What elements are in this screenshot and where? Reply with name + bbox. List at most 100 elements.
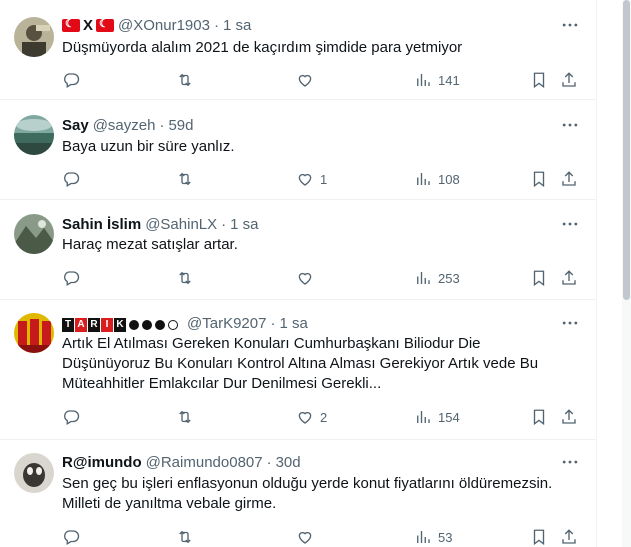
- reply-button[interactable]: [62, 63, 80, 97]
- like-icon: [296, 269, 314, 287]
- like-button[interactable]: 2: [296, 400, 327, 434]
- like-icon: [296, 71, 314, 89]
- tweet-text-line: Sen geç bu işleri enflasyonun olduğu yer…: [62, 475, 553, 492]
- avatar[interactable]: [14, 313, 54, 353]
- like-button[interactable]: [296, 63, 314, 97]
- avatar-image: [14, 313, 54, 353]
- user-handle[interactable]: @XOnur1903: [118, 17, 210, 34]
- tweet-actions: 1 108: [52, 162, 592, 196]
- name-letter: T: [62, 318, 74, 332]
- reply-icon: [62, 170, 80, 188]
- share-icon: [560, 269, 578, 287]
- display-name[interactable]: XXX: [62, 17, 115, 34]
- retweet-button[interactable]: [176, 162, 194, 196]
- tweet-text: Sen geç bu işleri enflasyonun olduğu yer…: [62, 474, 572, 514]
- bookmark-button[interactable]: [530, 261, 548, 295]
- views-icon: [414, 71, 432, 89]
- scrollbar[interactable]: [622, 0, 631, 547]
- display-name[interactable]: R@imundo: [62, 454, 142, 471]
- more-icon[interactable]: [558, 15, 582, 35]
- more-icon[interactable]: [558, 115, 582, 135]
- retweet-icon: [176, 528, 194, 546]
- views-button[interactable]: 53: [414, 520, 452, 547]
- share-button[interactable]: [560, 261, 578, 295]
- share-button[interactable]: [560, 162, 578, 196]
- more-icon[interactable]: [558, 214, 582, 234]
- avatar[interactable]: [14, 17, 54, 57]
- like-icon: [296, 408, 314, 426]
- retweet-button[interactable]: [176, 520, 194, 547]
- circle-icon: [142, 320, 152, 330]
- avatar[interactable]: [14, 115, 54, 155]
- bookmark-button[interactable]: [530, 63, 548, 97]
- circle-icon: [129, 320, 139, 330]
- bookmark-icon: [530, 170, 548, 188]
- more-icon[interactable]: [558, 452, 582, 472]
- display-name[interactable]: Say: [62, 117, 89, 134]
- share-button[interactable]: [560, 520, 578, 547]
- views-button[interactable]: 253: [414, 261, 460, 295]
- timestamp[interactable]: 59d: [168, 117, 193, 134]
- name-logo: TARIK: [62, 318, 178, 332]
- view-count: 141: [438, 72, 460, 88]
- views-button[interactable]: 108: [414, 162, 460, 196]
- views-button[interactable]: 154: [414, 400, 460, 434]
- tweet[interactable]: XXX @XOnur1903 · 1 sa Düşmüyorda alalım …: [0, 0, 597, 100]
- more-icon[interactable]: [558, 313, 582, 333]
- retweet-icon: [176, 269, 194, 287]
- share-icon: [560, 408, 578, 426]
- reply-button[interactable]: [62, 400, 80, 434]
- user-handle[interactable]: @Raimundo0807: [146, 454, 263, 471]
- views-icon: [414, 269, 432, 287]
- timeline-feed: XXX @XOnur1903 · 1 sa Düşmüyorda alalım …: [0, 0, 597, 547]
- bookmark-button[interactable]: [530, 162, 548, 196]
- tweet-text: Artık El Atılması Gereken Konuları Cumhu…: [62, 334, 572, 394]
- like-button[interactable]: [296, 261, 314, 295]
- share-button[interactable]: [560, 63, 578, 97]
- tweet-text-line: Artık El Atılması Gereken Konuları Cumhu…: [62, 335, 481, 352]
- like-button[interactable]: 1: [296, 162, 327, 196]
- retweet-icon: [176, 408, 194, 426]
- timestamp[interactable]: 30d: [276, 454, 301, 471]
- share-button[interactable]: [560, 400, 578, 434]
- timestamp[interactable]: 1 sa: [279, 315, 307, 332]
- bookmark-icon: [530, 269, 548, 287]
- avatar[interactable]: [14, 214, 54, 254]
- tweet-text-line: Müteahhitler Emlakcılar Dur Denilmesi Ge…: [62, 375, 382, 392]
- like-button[interactable]: [296, 520, 314, 547]
- user-handle[interactable]: @TarK9207: [187, 315, 266, 332]
- timestamp[interactable]: 1 sa: [230, 216, 258, 233]
- reply-button[interactable]: [62, 520, 80, 547]
- retweet-button[interactable]: [176, 261, 194, 295]
- circle-outline-icon: [168, 320, 178, 330]
- display-name[interactable]: TARIK: [62, 314, 183, 332]
- tweet-actions: 141: [52, 63, 592, 97]
- tweet[interactable]: R@imundo @Raimundo0807 · 30d Sen geç bu …: [0, 440, 597, 547]
- user-handle[interactable]: @sayzeh: [93, 117, 156, 134]
- display-name[interactable]: Sahin İslim: [62, 216, 141, 233]
- like-icon: [296, 170, 314, 188]
- user-handle[interactable]: @SahinLX: [145, 216, 217, 233]
- circle-icon: [155, 320, 165, 330]
- tweet[interactable]: Say @sayzeh · 59d Baya uzun bir süre yan…: [0, 100, 597, 200]
- reply-icon: [62, 408, 80, 426]
- retweet-button[interactable]: [176, 63, 194, 97]
- views-icon: [414, 528, 432, 546]
- timestamp[interactable]: 1 sa: [223, 17, 251, 34]
- like-count: 1: [320, 171, 328, 187]
- tweet[interactable]: Sahin İslim @SahinLX · 1 sa Haraç mezat …: [0, 200, 597, 300]
- views-button[interactable]: 141: [414, 63, 460, 97]
- tweet[interactable]: TARIK @TarK9207 · 1 sa Artık El Atılması…: [0, 300, 597, 440]
- view-count: 253: [438, 270, 460, 286]
- reply-button[interactable]: [62, 162, 80, 196]
- retweet-button[interactable]: [176, 400, 194, 434]
- turkey-flag-icon: [96, 17, 115, 33]
- view-count: 53: [438, 529, 453, 545]
- scrollbar-thumb[interactable]: [623, 0, 630, 300]
- reply-button[interactable]: [62, 261, 80, 295]
- bookmark-button[interactable]: [530, 400, 548, 434]
- avatar[interactable]: [14, 453, 54, 493]
- tweet-text: Baya uzun bir süre yanlız.: [62, 138, 235, 155]
- tweet-text: Düşmüyorda alalım 2021 de kaçırdım şimdi…: [62, 39, 463, 56]
- bookmark-button[interactable]: [530, 520, 548, 547]
